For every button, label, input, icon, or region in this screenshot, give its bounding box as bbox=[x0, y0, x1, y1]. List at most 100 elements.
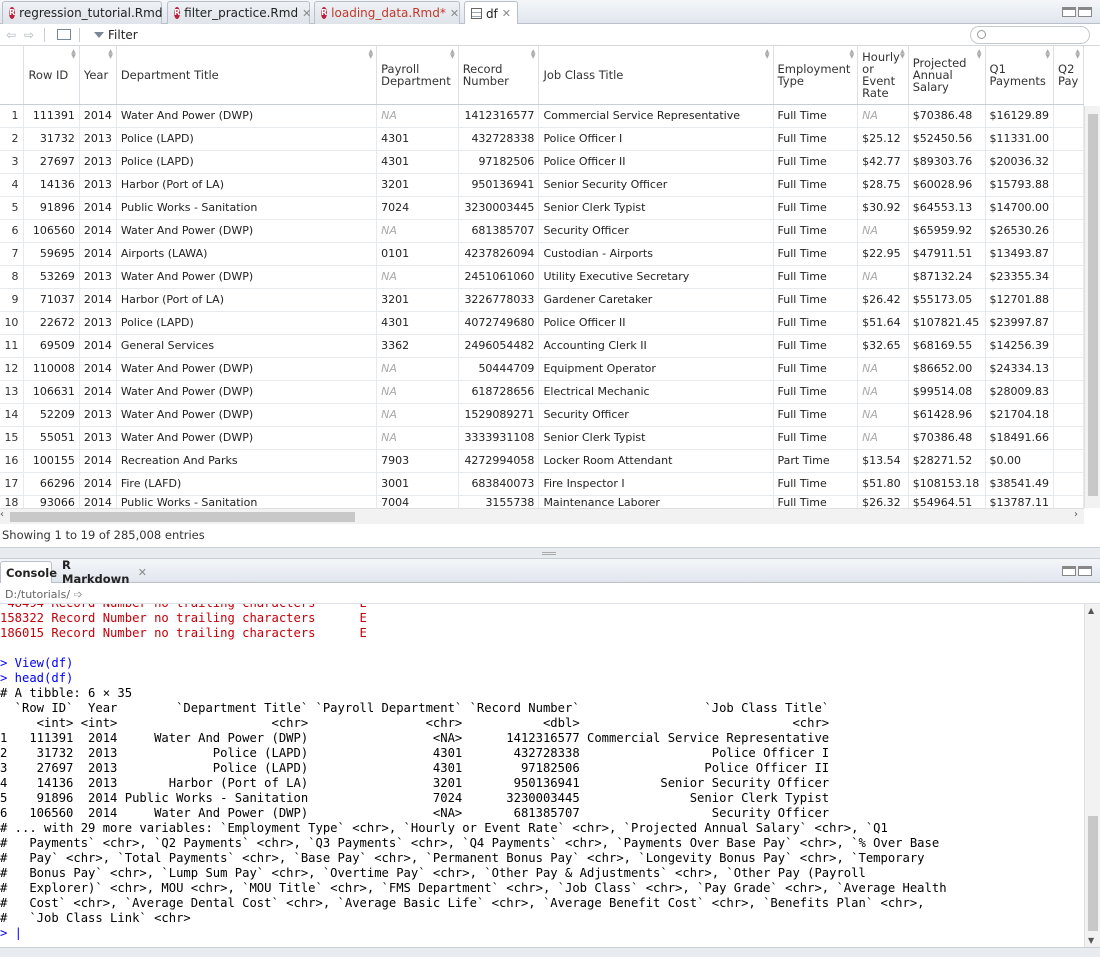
table-cell: NA bbox=[857, 403, 909, 427]
table-row[interactable]: 3 27697 2013 Police (LAPD) 4301 97182506 Polic… bbox=[0, 150, 1084, 174]
column-header[interactable]: Q2 Pay ▲ ▼ bbox=[1053, 46, 1084, 105]
tab-regression-tutorial[interactable]: R regression_tutorial.Rmd ✕ bbox=[2, 1, 176, 24]
table-cell: 69509 bbox=[23, 334, 80, 358]
table-row[interactable]: 11 69509 2014 General Services 3362 249605448… bbox=[0, 334, 1084, 358]
table-cell: 110008 bbox=[23, 357, 80, 381]
column-header[interactable]: Year ▲ ▼ bbox=[79, 46, 117, 105]
console-scrollbar[interactable]: ▲ ▼ bbox=[1084, 604, 1100, 947]
table-row[interactable]: 7 59695 2014 Airports (LAWA) 0101 4237826094 C… bbox=[0, 242, 1084, 266]
table-row[interactable]: 5 91896 2014 Public Works - Sanitation 7024 3… bbox=[0, 196, 1084, 220]
pane-splitter[interactable] bbox=[0, 547, 1100, 559]
back-arrow-icon[interactable]: ⇦ bbox=[4, 28, 18, 42]
maximize-pane-icon[interactable] bbox=[1078, 7, 1092, 17]
table-cell: 50444709 bbox=[458, 357, 540, 381]
column-header[interactable]: Projected Annual Salary ▲ ▼ bbox=[908, 46, 986, 105]
tab-filter-practice[interactable]: R filter_practice.Rmd ✕ bbox=[167, 1, 311, 24]
table-row[interactable]: 16 100155 2014 Recreation And Parks 7903 4272… bbox=[0, 449, 1084, 473]
row-number-cell: 8 bbox=[0, 265, 25, 289]
scroll-down-icon[interactable]: ▼ bbox=[1088, 936, 1094, 945]
sort-arrows-icon[interactable]: ▲ ▼ bbox=[765, 49, 770, 60]
table-cell: 2014 bbox=[79, 495, 117, 508]
sort-arrows-icon[interactable]: ▲ ▼ bbox=[1075, 49, 1080, 60]
vertical-scrollbar[interactable] bbox=[1084, 106, 1100, 508]
column-header[interactable]: Job Class Title ▲ ▼ bbox=[538, 46, 774, 105]
table-row[interactable]: 13 106631 2014 Water And Power (DWP) NA 61872… bbox=[0, 380, 1084, 404]
close-icon[interactable]: ✕ bbox=[502, 7, 511, 20]
table-cell: NA bbox=[857, 380, 909, 404]
table-cell: NA bbox=[857, 265, 909, 289]
table-cell: 2014 bbox=[79, 380, 117, 404]
popout-window-icon[interactable] bbox=[57, 29, 71, 40]
sort-arrows-icon[interactable]: ▲ ▼ bbox=[900, 49, 905, 60]
console-output[interactable]: 48494 Record Number no trailing characte… bbox=[0, 604, 1084, 947]
minimize-pane-icon[interactable] bbox=[1062, 7, 1076, 17]
working-directory[interactable]: D:/tutorials/ ➩ bbox=[0, 583, 1100, 604]
table-cell: $38541.49 bbox=[985, 472, 1055, 496]
sort-arrows-icon[interactable]: ▲ ▼ bbox=[368, 49, 373, 60]
table-row[interactable]: 2 31732 2013 Police (LAPD) 4301 432728338 Poli… bbox=[0, 127, 1084, 151]
table-cell: 2013 bbox=[79, 127, 117, 151]
sort-arrows-icon[interactable]: ▲ ▼ bbox=[1045, 49, 1050, 60]
sort-arrows-icon[interactable]: ▲ ▼ bbox=[977, 49, 982, 60]
table-cell: Police Officer I bbox=[538, 127, 774, 151]
scroll-left-icon[interactable]: ‹ bbox=[0, 509, 4, 520]
table-row[interactable]: 9 71037 2014 Harbor (Port of LA) 3201 3226778… bbox=[0, 288, 1084, 312]
sort-arrows-icon[interactable]: ▲ ▼ bbox=[850, 49, 855, 60]
maximize-pane-icon[interactable] bbox=[1078, 566, 1092, 576]
tab-console[interactable]: Console bbox=[0, 561, 57, 583]
horizontal-scrollbar[interactable]: ‹ › bbox=[0, 508, 1084, 524]
table-cell: $68169.55 bbox=[908, 334, 986, 358]
table-row[interactable]: 14 52209 2013 Water And Power (DWP) NA 152908… bbox=[0, 403, 1084, 427]
close-icon[interactable]: ✕ bbox=[450, 7, 459, 20]
column-header[interactable]: Department Title ▲ ▼ bbox=[116, 46, 378, 105]
goto-directory-icon[interactable]: ➩ bbox=[74, 588, 83, 601]
table-cell: $52450.56 bbox=[908, 127, 986, 151]
scroll-thumb[interactable] bbox=[1088, 816, 1098, 931]
splitter-grip[interactable] bbox=[542, 552, 556, 555]
search-input[interactable] bbox=[970, 26, 1090, 44]
filter-button[interactable]: Filter bbox=[94, 28, 138, 42]
table-cell: $99514.08 bbox=[908, 380, 986, 404]
close-icon[interactable]: ✕ bbox=[302, 7, 311, 20]
table-cell: General Services bbox=[116, 334, 378, 358]
table-cell: Full Time bbox=[773, 380, 859, 404]
tab-df[interactable]: df ✕ bbox=[464, 1, 518, 25]
column-header[interactable]: Record Number ▲ ▼ bbox=[458, 46, 540, 105]
tab-loading-data[interactable]: R loading_data.Rmd* ✕ bbox=[314, 1, 460, 24]
table-row[interactable]: 4 14136 2013 Harbor (Port of LA) 3201 9501369… bbox=[0, 173, 1084, 197]
pane-controls bbox=[1062, 566, 1092, 576]
table-row[interactable]: 12 110008 2014 Water And Power (DWP) NA 50444… bbox=[0, 357, 1084, 381]
column-header[interactable]: Hourly or Event Rate ▲ ▼ bbox=[857, 46, 909, 105]
table-cell: 55051 bbox=[23, 426, 80, 450]
scroll-right-icon[interactable]: › bbox=[1074, 509, 1078, 520]
console-line: 2 31732 2013 Police (LAPD) 4301 43272833… bbox=[0, 746, 830, 760]
column-header[interactable]: Q1 Payments ▲ ▼ bbox=[985, 46, 1055, 105]
sort-arrows-icon[interactable]: ▲ ▼ bbox=[71, 49, 76, 60]
table-row[interactable]: 18 93066 2014 Public Works - Sanitation 7004… bbox=[0, 495, 1084, 508]
table-cell: Full Time bbox=[773, 288, 859, 312]
table-cell: 3155738 bbox=[458, 495, 540, 508]
column-header[interactable]: Row ID ▲ ▼ bbox=[23, 46, 80, 105]
table-cell bbox=[1053, 426, 1084, 450]
scroll-thumb[interactable] bbox=[1088, 114, 1098, 496]
close-icon[interactable]: ✕ bbox=[138, 566, 147, 579]
table-row[interactable]: 15 55051 2013 Water And Power (DWP) NA 333393… bbox=[0, 426, 1084, 450]
table-row[interactable]: 17 66296 2014 Fire (LAFD) 3001 683840073 Fire … bbox=[0, 472, 1084, 496]
column-header[interactable]: Payroll Department ▲ ▼ bbox=[376, 46, 459, 105]
sort-arrows-icon[interactable]: ▲ ▼ bbox=[531, 49, 536, 60]
sort-arrows-icon[interactable]: ▲ ▼ bbox=[108, 49, 113, 60]
tab-r-markdown[interactable]: R Markdown ✕ bbox=[57, 558, 152, 586]
table-row[interactable]: 1 111391 2014 Water And Power (DWP) NA 141231… bbox=[0, 104, 1084, 128]
scroll-thumb[interactable] bbox=[10, 512, 355, 522]
table-cell: $26.42 bbox=[857, 288, 909, 312]
column-header[interactable]: Employment Type ▲ ▼ bbox=[773, 46, 859, 105]
table-row[interactable]: 8 53269 2013 Water And Power (DWP) NA 2451061… bbox=[0, 265, 1084, 289]
scroll-up-icon[interactable]: ▲ bbox=[1088, 606, 1094, 615]
table-row[interactable]: 10 22672 2013 Police (LAPD) 4301 4072749680 Po… bbox=[0, 311, 1084, 335]
table-cell: Harbor (Port of LA) bbox=[116, 173, 378, 197]
table-cell: $25.12 bbox=[857, 127, 909, 151]
minimize-pane-icon[interactable] bbox=[1062, 566, 1076, 576]
forward-arrow-icon[interactable]: ⇨ bbox=[22, 28, 36, 42]
sort-arrows-icon[interactable]: ▲ ▼ bbox=[450, 49, 455, 60]
table-row[interactable]: 6 106560 2014 Water And Power (DWP) NA 681385… bbox=[0, 219, 1084, 243]
